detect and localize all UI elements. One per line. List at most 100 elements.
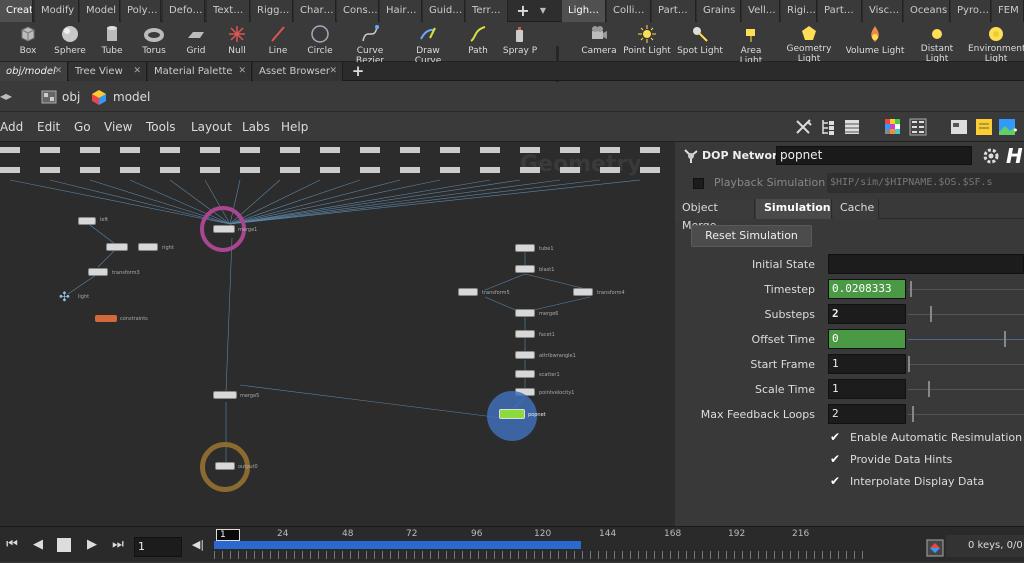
spot-light-tool-button[interactable]: Spot Light [676,22,724,62]
play-reverse-icon[interactable]: ◀ [26,535,50,555]
shelf-tab-guide[interactable]: Guid… [423,0,465,22]
start-frame-slider[interactable] [908,356,1024,372]
timeline-scrubber[interactable]: 1 24 48 72 96 120 144 168 192 216 [214,527,864,563]
color-palette-icon[interactable] [884,118,902,136]
tab-cache[interactable]: Cache [833,199,879,219]
timestep-field[interactable]: 0.0208333 [828,279,906,299]
node-output0[interactable] [215,462,235,470]
tab-material-palette[interactable]: Material Palette ✕ [148,62,252,81]
shelf-tab-model[interactable]: Model [80,0,120,22]
shelf-tab-constraints[interactable]: Cons… [337,0,379,22]
shelf-tab-viscous[interactable]: Visc… [863,0,903,22]
node-popnet[interactable] [499,409,525,419]
scale-time-field[interactable]: 1 [828,379,906,399]
spray-paint-tool-button[interactable]: Spray P [500,22,540,62]
camera-tool-button[interactable]: Camera [578,22,620,62]
playback-path-field[interactable]: $HIP/sim/$HIPNAME.$OS.$SF.s [827,173,1024,193]
initial-state-field[interactable] [828,254,1024,274]
menu-view[interactable]: View [104,112,132,142]
add-shelf-icon[interactable]: + [512,0,534,22]
environment-light-tool-button[interactable]: Environment Light [968,22,1024,64]
tree-list-icon[interactable] [820,118,836,136]
shelf-tab-grains[interactable]: Grains [697,0,741,22]
enable-automatic-resimulation-checkbox[interactable]: ✔ Enable Automatic Resimulation [830,430,1022,444]
shelf-tab-modify[interactable]: Modify [35,0,79,22]
node-attribwrangle1[interactable] [515,351,535,359]
path-tool-button[interactable]: Path [458,22,498,62]
list-view-icon[interactable] [843,118,861,136]
node-right-merge[interactable] [106,243,128,251]
node-transform3[interactable] [88,268,108,276]
shelf-tab-lights[interactable]: Ligh… [562,0,606,22]
shelf-tab-deform[interactable]: Defo… [163,0,205,22]
gear-icon[interactable] [981,146,1001,166]
node-facet1[interactable] [515,330,535,338]
torus-tool-button[interactable]: Torus [134,22,174,62]
wrench-icon[interactable] [794,118,814,136]
node-transform4[interactable] [573,288,593,296]
close-icon[interactable]: ✕ [329,62,337,81]
tab-asset-browser[interactable]: Asset Browser ✕ [253,62,343,81]
reset-simulation-button[interactable]: Reset Simulation [691,225,812,247]
network-editor[interactable]: Geometry left right transform3 ✣ light c… [0,142,675,526]
jump-to-end-icon[interactable]: ⏭ [106,535,130,555]
stop-icon[interactable] [52,535,76,555]
area-light-tool-button[interactable]: Area Light [728,22,774,66]
node-merge6[interactable] [515,309,535,317]
curve-bezier-tool-button[interactable]: Curve Bezier [342,22,398,66]
shelf-tab-particles[interactable]: Part… [652,0,696,22]
shelf-tab-hair[interactable]: Hair… [380,0,422,22]
menu-edit[interactable]: Edit [37,112,60,142]
tube-tool-button[interactable]: Tube [92,22,132,62]
node-left[interactable] [78,217,96,225]
shape-palette-icon[interactable] [909,118,927,136]
substeps-slider[interactable] [908,306,1024,322]
material-node-row-1[interactable] [0,147,675,153]
distant-light-tool-button[interactable]: Distant Light [912,22,962,64]
provide-data-hints-checkbox[interactable]: ✔ Provide Data Hints [830,452,952,466]
shelf-tab-collisions[interactable]: Colli… [607,0,651,22]
shelf-tab-pyro[interactable]: Pyro… [951,0,991,22]
tab-simulation[interactable]: Simulation [756,199,832,219]
node-right[interactable] [138,243,158,251]
shelf-tab-characters[interactable]: Char… [294,0,336,22]
max-feedback-loops-slider[interactable] [908,406,1024,422]
scale-time-slider[interactable] [908,381,1024,397]
material-node-row-2[interactable] [0,167,675,173]
shelf-tab-rigid[interactable]: Rigi… [781,0,817,22]
node-blast1[interactable] [515,265,535,273]
close-icon[interactable]: ✕ [133,62,141,81]
network-box-icon[interactable] [950,118,968,136]
start-frame-field[interactable]: 1 [828,354,906,374]
node-constraints[interactable] [95,315,117,322]
shelf-tab-fem[interactable]: FEM [992,0,1024,22]
node-tube1[interactable] [515,244,535,252]
shelf-tab-particle-fluids[interactable]: Part… [818,0,862,22]
play-forward-icon[interactable]: ▶ [80,535,104,555]
node-name-field[interactable]: popnet [776,146,972,165]
offset-time-field[interactable]: 0 [828,329,906,349]
circle-tool-button[interactable]: Circle [300,22,340,62]
max-feedback-loops-field[interactable]: 2 [828,404,906,424]
menu-labs[interactable]: Labs [242,112,270,142]
shelf-tab-polygon[interactable]: Poly… [121,0,161,22]
node-scatter1[interactable] [515,370,535,378]
box-tool-button[interactable]: Box [8,22,48,62]
shelf-tab-texture[interactable]: Text… [207,0,250,22]
shelf-tab-oceans[interactable]: Oceans [904,0,950,22]
jump-to-start-icon[interactable]: ⏮ [0,535,24,555]
sphere-tool-button[interactable]: Sphere [50,22,90,62]
timestep-slider[interactable] [908,281,1024,297]
node-merge1[interactable] [213,225,235,233]
current-frame-field[interactable]: 1 [134,537,182,557]
close-icon[interactable]: ✕ [54,62,62,81]
key-filter-icon[interactable] [926,539,944,557]
tab-object-merge[interactable]: Object Merge [675,199,755,232]
draw-curve-tool-button[interactable]: Draw Curve [402,22,454,66]
menu-tools[interactable]: Tools [146,112,176,142]
geometry-light-tool-button[interactable]: Geometry Light [782,22,836,64]
tab-network-obj-model[interactable]: obj/model ✕ [0,62,68,81]
light-node-icon[interactable]: ✣ [59,290,75,305]
shelf-tab-vellum[interactable]: Vell… [742,0,780,22]
volume-light-tool-button[interactable]: Volume Light [842,22,908,62]
